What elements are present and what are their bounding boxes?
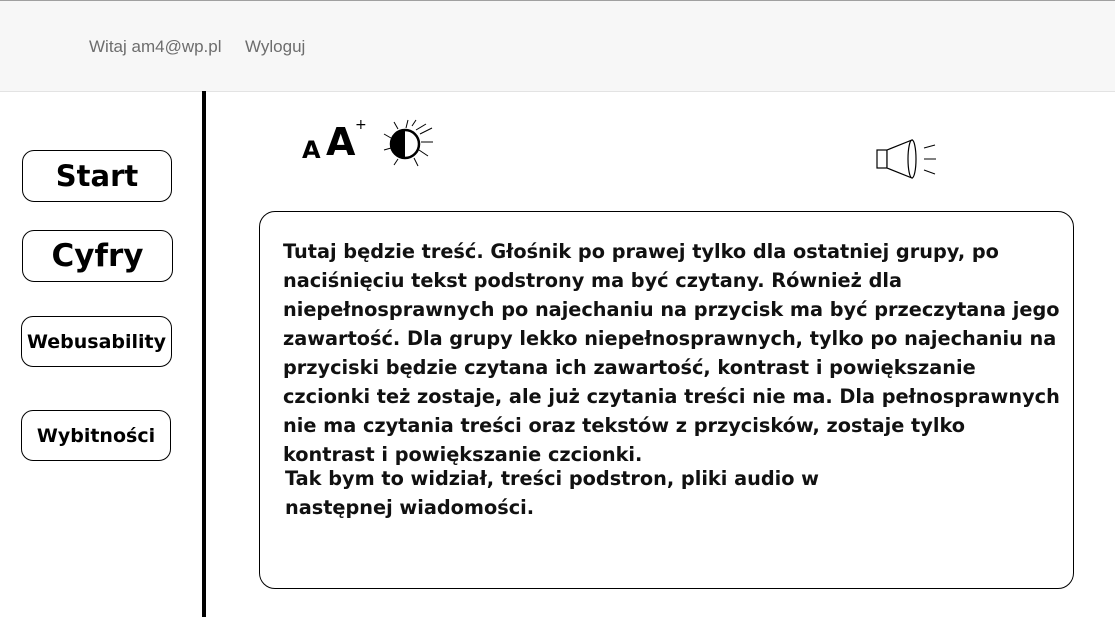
font-plus-sign: + [355,117,367,133]
font-increase-button[interactable]: A [326,120,355,164]
speaker-icon[interactable] [872,136,942,184]
top-bar: Witaj am4@wp.pl Wyloguj [0,0,1115,92]
sidebar-item-cyfry[interactable]: Cyfry [22,230,173,282]
content-paragraph: Tak bym to widział, treści podstron, pli… [285,467,819,519]
font-decrease-button[interactable]: A [302,136,321,164]
logout-link[interactable]: Wyloguj [245,37,305,57]
sidebar-divider [202,91,206,617]
sidebar-item-webusability[interactable]: Webusability [21,316,172,367]
content-paragraph: Tutaj będzie treść. Głośnik po prawej ty… [283,240,1060,466]
sidebar-item-start[interactable]: Start [22,150,172,202]
greeting-text: Witaj am4@wp.pl [89,37,222,56]
contrast-sun-icon[interactable] [376,116,438,172]
sidebar-item-wybitnosci[interactable]: Wybitności [21,410,171,461]
